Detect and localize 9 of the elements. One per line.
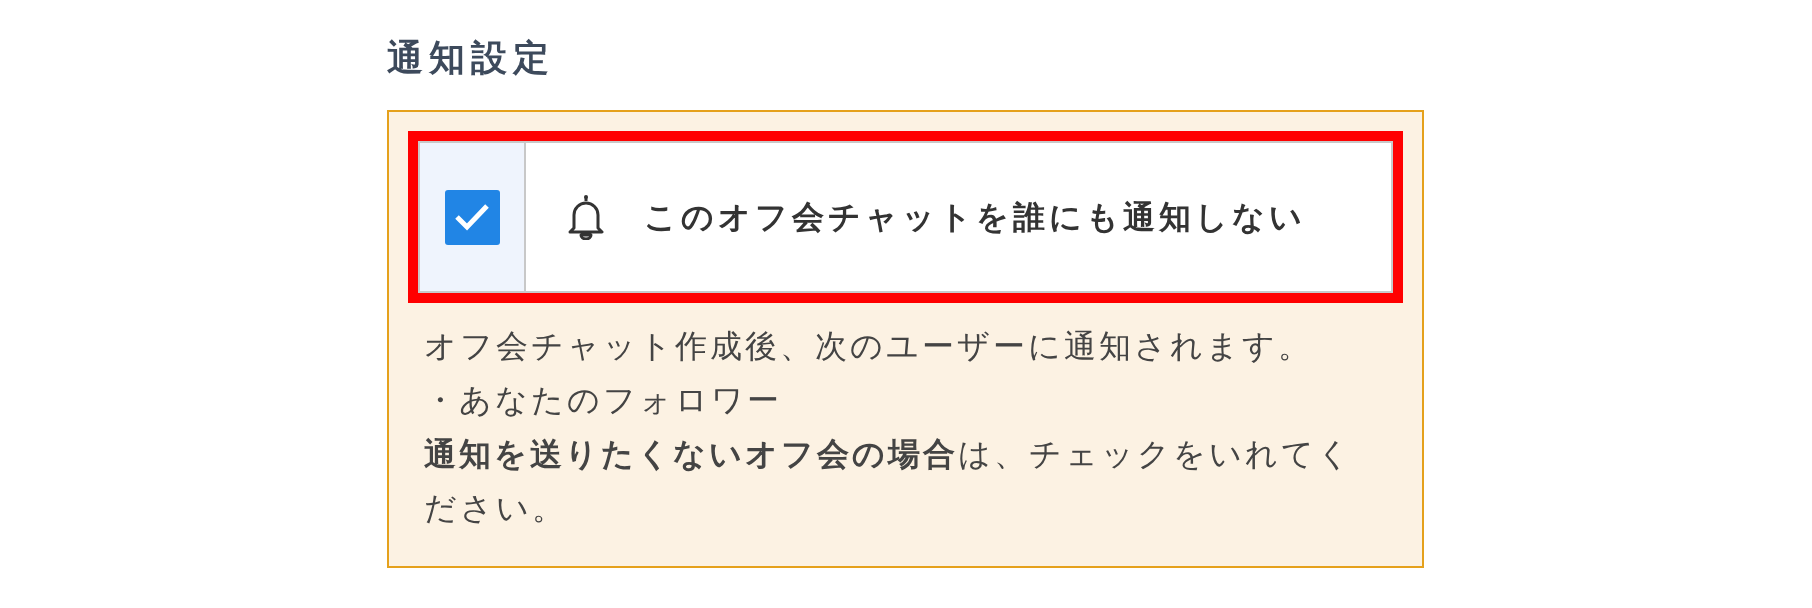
section-title: 通知設定: [387, 36, 556, 80]
option-label: このオフ会チャットを誰にも通知しない: [644, 198, 1306, 237]
checkbox-option[interactable]: このオフ会チャットを誰にも通知しない: [418, 141, 1393, 293]
bell-icon: [566, 194, 606, 240]
description-text: ・あなたのフォロワー: [424, 381, 783, 420]
checkmark-icon: [453, 202, 491, 232]
checkbox[interactable]: [444, 189, 500, 245]
description-text: 通知を送りたくないオフ会の場合は、チェックをいれてください。: [424, 435, 1354, 528]
description-text: オフ会チャット作成後、次のユーザーに通知されます。: [424, 327, 1314, 366]
